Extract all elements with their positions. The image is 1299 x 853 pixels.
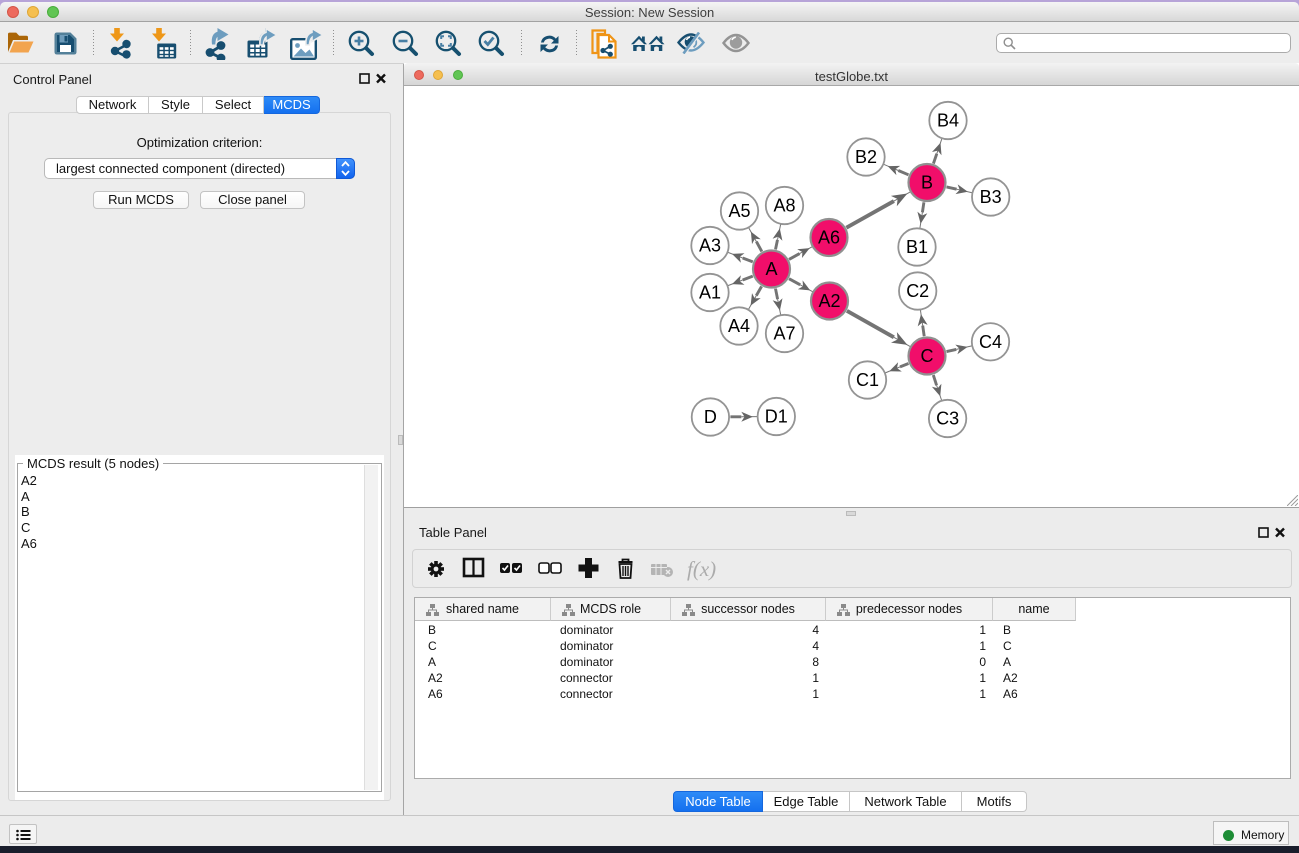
svg-text:C: C [921, 346, 934, 366]
svg-text:A2: A2 [818, 291, 840, 311]
svg-text:A4: A4 [728, 316, 750, 336]
svg-text:A: A [765, 259, 777, 279]
svg-text:B2: B2 [855, 147, 877, 167]
svg-text:A8: A8 [773, 196, 795, 216]
svg-text:A7: A7 [773, 324, 795, 344]
svg-text:A1: A1 [699, 283, 721, 303]
svg-text:B4: B4 [937, 111, 959, 131]
svg-text:B: B [921, 173, 933, 193]
svg-text:C2: C2 [906, 281, 929, 301]
svg-text:A3: A3 [699, 236, 721, 256]
svg-text:C1: C1 [856, 370, 879, 390]
svg-text:D1: D1 [765, 407, 788, 427]
svg-text:A6: A6 [818, 228, 840, 248]
svg-text:C4: C4 [979, 332, 1002, 352]
svg-text:C3: C3 [936, 409, 959, 429]
svg-text:f(x): f(x) [687, 557, 716, 581]
svg-text:B1: B1 [906, 237, 928, 257]
svg-text:D: D [704, 407, 717, 427]
svg-text:B3: B3 [980, 187, 1002, 207]
svg-text:A5: A5 [728, 201, 750, 221]
